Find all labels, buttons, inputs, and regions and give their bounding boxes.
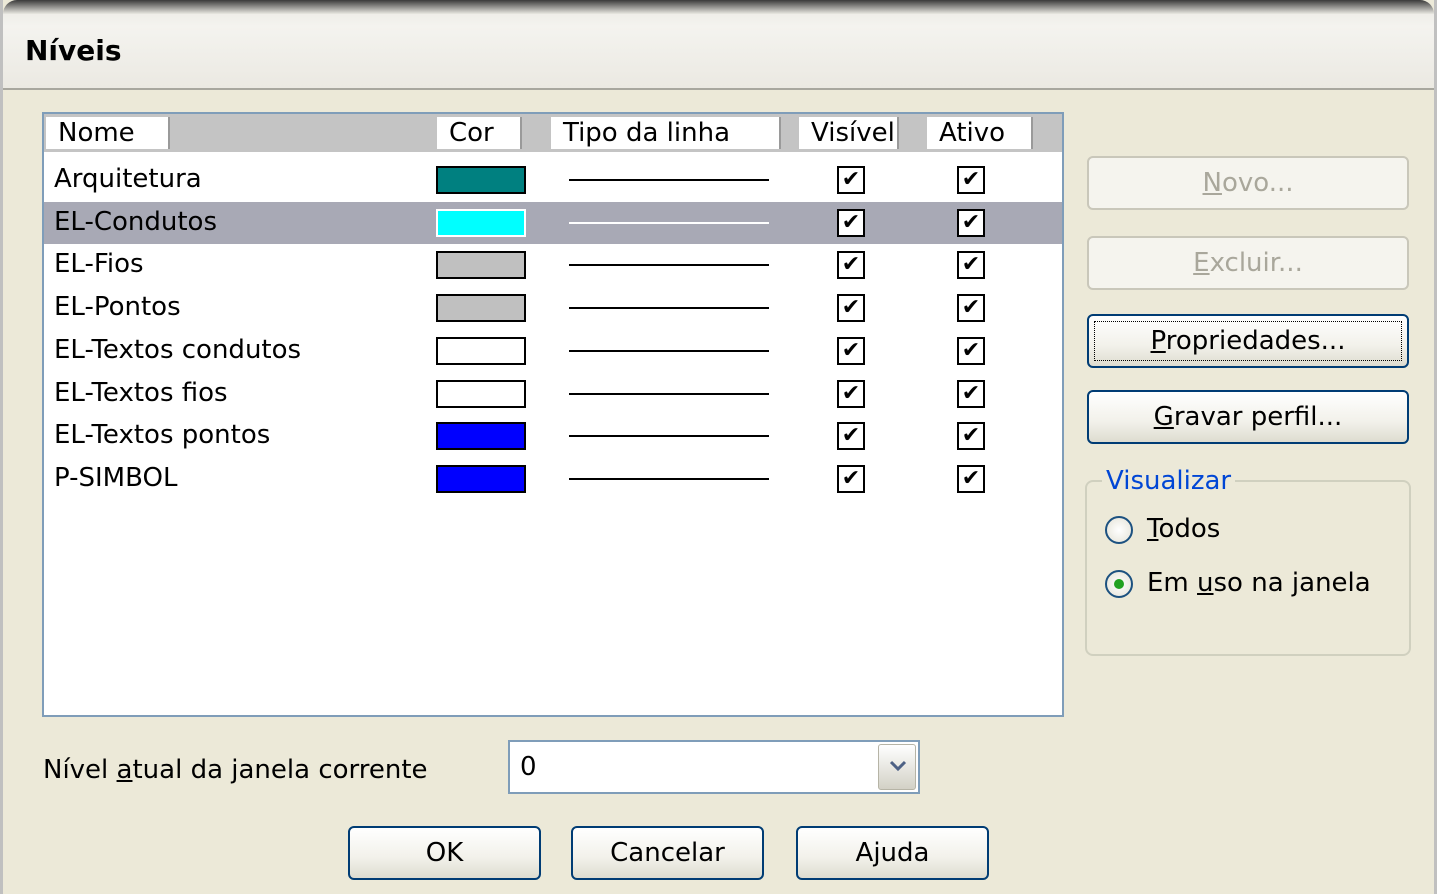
level-name: EL-Pontos <box>54 292 181 323</box>
active-checkbox[interactable]: ✔ <box>957 166 985 194</box>
active-checkbox[interactable]: ✔ <box>957 464 985 493</box>
column-header-name[interactable]: Nome <box>46 117 170 149</box>
visible-checkbox[interactable]: ✔ <box>837 422 865 451</box>
active-checkbox[interactable]: ✔ <box>957 336 985 365</box>
active-checkbox[interactable]: ✔ <box>957 379 985 408</box>
linetype-sample[interactable] <box>569 221 769 224</box>
linetype-sample[interactable] <box>569 435 769 438</box>
gravar-perfil-button-label: Gravar perfil... <box>1153 402 1343 432</box>
linetype-sample[interactable] <box>569 264 769 267</box>
visible-checkbox[interactable]: ✔ <box>837 379 865 408</box>
column-header-color[interactable]: Cor <box>437 117 522 149</box>
level-name: EL-Textos pontos <box>54 420 271 451</box>
color-swatch[interactable] <box>436 464 526 493</box>
color-swatch[interactable] <box>436 422 526 451</box>
propriedades-button[interactable]: Propriedades... <box>1087 314 1409 368</box>
color-swatch[interactable] <box>436 166 526 194</box>
levels-list[interactable]: Nome Cor Tipo da linha Visível Ativo Arq… <box>42 112 1064 717</box>
active-checkbox[interactable]: ✔ <box>957 422 985 451</box>
novo-button-label: Novo... <box>1202 168 1294 198</box>
list-item[interactable]: EL-Pontos ✔ ✔ <box>44 287 1062 329</box>
level-name: EL-Fios <box>54 249 144 280</box>
em-uso-radio[interactable] <box>1105 570 1133 598</box>
column-header-visible[interactable]: Visível <box>799 117 899 149</box>
column-header-linetype[interactable]: Tipo da linha <box>551 117 781 149</box>
current-level-combo[interactable]: 0 <box>508 740 920 794</box>
linetype-sample[interactable] <box>569 179 769 181</box>
current-level-value: 0 <box>520 752 537 782</box>
level-name: P-SIMBOL <box>54 462 178 493</box>
level-name: EL-Condutos <box>54 206 218 237</box>
cancel-button-label: Cancelar <box>610 838 725 868</box>
color-swatch[interactable] <box>436 294 526 323</box>
help-button-label: Ajuda <box>855 838 930 868</box>
list-header: Nome Cor Tipo da linha Visível Ativo <box>44 114 1062 152</box>
title-bar-edge <box>3 0 1434 14</box>
radio-selected-dot <box>1114 579 1124 589</box>
visible-checkbox[interactable]: ✔ <box>837 251 865 280</box>
level-name: Arquitetura <box>54 164 202 194</box>
ok-button-label: OK <box>425 838 464 868</box>
list-item[interactable]: Arquitetura ✔ ✔ <box>44 159 1062 201</box>
current-level-label: Nível atual da janela corrente <box>43 755 428 785</box>
color-swatch[interactable] <box>436 379 526 408</box>
propriedades-button-label: Propriedades... <box>1150 326 1346 356</box>
color-swatch[interactable] <box>436 251 526 280</box>
color-swatch[interactable] <box>436 208 526 237</box>
linetype-sample[interactable] <box>569 392 769 395</box>
list-item[interactable]: EL-Textos condutos ✔ ✔ <box>44 330 1062 372</box>
help-button[interactable]: Ajuda <box>796 826 989 880</box>
excluir-button[interactable]: Excluir... <box>1087 236 1409 290</box>
em-uso-radio-label: Em uso na janela <box>1147 568 1371 598</box>
combo-dropdown-button[interactable] <box>878 744 916 790</box>
todos-radio[interactable] <box>1105 516 1133 544</box>
color-swatch[interactable] <box>436 336 526 365</box>
visible-checkbox[interactable]: ✔ <box>837 464 865 493</box>
chevron-down-icon <box>889 760 907 772</box>
list-item[interactable]: EL-Condutos ✔ ✔ <box>44 201 1062 244</box>
visualizar-group-label: Visualizar <box>1102 466 1236 496</box>
linetype-sample[interactable] <box>569 477 769 480</box>
level-name: EL-Textos fios <box>54 377 228 408</box>
dialog-window: Níveis Nome Cor Tipo da linha Visível At… <box>0 0 1437 894</box>
list-item[interactable]: P-SIMBOL ✔ ✔ <box>44 458 1062 500</box>
gravar-perfil-button[interactable]: Gravar perfil... <box>1087 390 1409 444</box>
list-item[interactable]: EL-Textos pontos ✔ ✔ <box>44 415 1062 457</box>
list-item[interactable]: EL-Textos fios ✔ ✔ <box>44 373 1062 415</box>
cancel-button[interactable]: Cancelar <box>571 826 764 880</box>
todos-radio-label: Todos <box>1147 514 1221 544</box>
visible-checkbox[interactable]: ✔ <box>837 294 865 323</box>
list-item[interactable]: EL-Fios ✔ ✔ <box>44 244 1062 286</box>
excluir-button-label: Excluir... <box>1193 248 1303 278</box>
visible-checkbox[interactable]: ✔ <box>837 208 865 237</box>
window-title: Níveis <box>25 34 122 67</box>
linetype-sample[interactable] <box>569 349 769 352</box>
visible-checkbox[interactable]: ✔ <box>837 166 865 194</box>
active-checkbox[interactable]: ✔ <box>957 208 985 237</box>
column-header-active[interactable]: Ativo <box>927 117 1033 149</box>
visible-checkbox[interactable]: ✔ <box>837 336 865 365</box>
ok-button[interactable]: OK <box>348 826 541 880</box>
active-checkbox[interactable]: ✔ <box>957 294 985 323</box>
active-checkbox[interactable]: ✔ <box>957 251 985 280</box>
linetype-sample[interactable] <box>569 307 769 310</box>
novo-button[interactable]: Novo... <box>1087 156 1409 210</box>
level-name: EL-Textos condutos <box>54 334 302 365</box>
title-bar[interactable]: Níveis <box>3 0 1434 90</box>
